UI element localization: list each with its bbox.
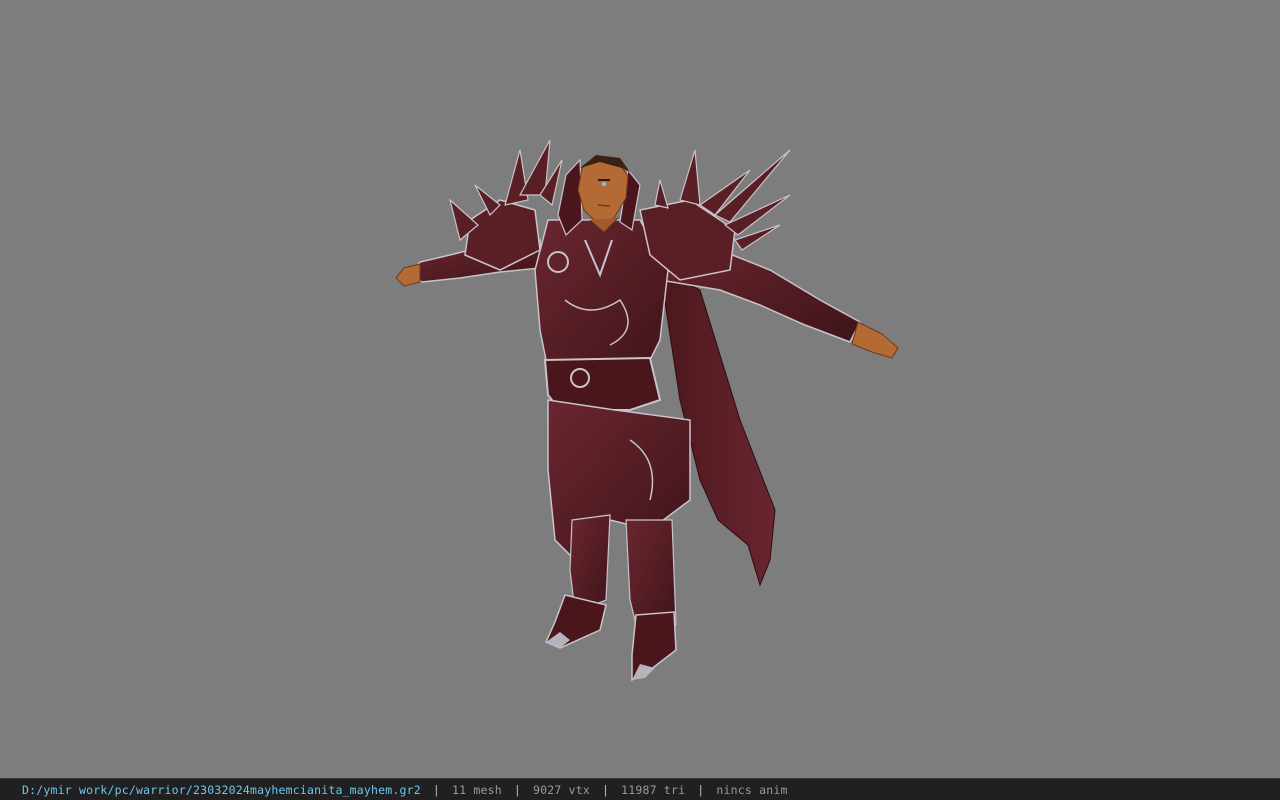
status-separator: | xyxy=(513,782,522,797)
status-separator: | xyxy=(697,782,705,797)
file-path: D:/ymir work/pc/warrior/23032024mayhemci… xyxy=(22,782,421,797)
vertex-count: 9027 vtx xyxy=(533,782,591,797)
3d-viewport[interactable] xyxy=(0,0,1280,778)
mesh-count: 11 mesh xyxy=(452,782,502,797)
status-separator: | xyxy=(432,782,441,797)
left-hand xyxy=(395,263,421,287)
collar xyxy=(557,158,583,237)
character-model[interactable] xyxy=(0,0,1280,778)
status-bar: D:/ymir work/pc/warrior/23032024mayhemci… xyxy=(0,778,1280,800)
right-hand xyxy=(851,321,899,359)
triangle-count: 11987 tri xyxy=(621,782,686,797)
animation-status: nincs anim xyxy=(716,782,788,797)
status-separator: | xyxy=(602,782,610,797)
right-pauldron-spikes xyxy=(639,149,791,281)
